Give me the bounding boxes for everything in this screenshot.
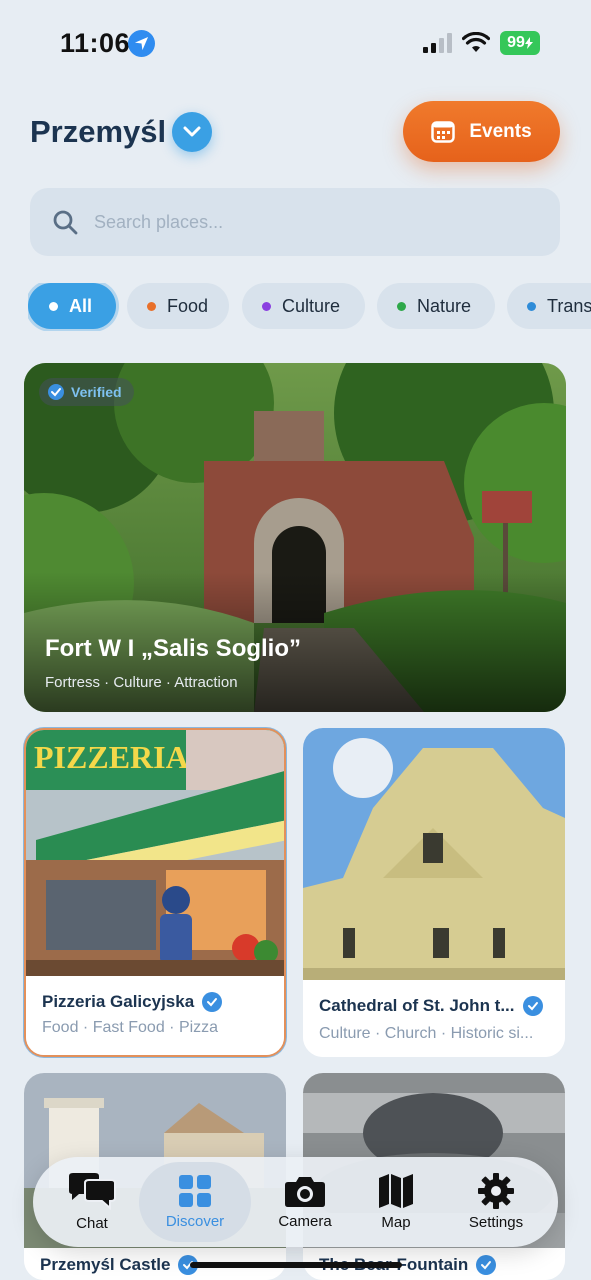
place-name: Pizzeria Galicyjska [42, 992, 223, 1012]
battery-indicator: 99 [500, 31, 540, 55]
verified-badge: Verified [39, 378, 134, 406]
tab-label: Discover [165, 1213, 225, 1230]
filter-label: All [69, 295, 93, 316]
gear-icon [478, 1173, 514, 1209]
filter-dot [49, 301, 58, 311]
camera-icon [285, 1177, 325, 1207]
verified-check-icon [48, 384, 64, 400]
filter-label: Nature [417, 295, 472, 316]
filter-dot [147, 301, 156, 311]
filter-chip-culture[interactable]: Culture [242, 283, 365, 329]
chevron-down-icon [183, 126, 201, 137]
verified-label: Verified [71, 384, 122, 400]
search-bar[interactable] [30, 188, 560, 256]
place-card-cathedral[interactable]: Cathedral of St. John t... Culture · Chu… [303, 728, 565, 1057]
map-icon [379, 1174, 413, 1208]
filter-chip-food[interactable]: Food [127, 283, 229, 329]
place-tags: Culture · Church · Historic si... [319, 1025, 534, 1042]
featured-place-title: Fort W I „Salis Soglio” [45, 635, 302, 662]
home-indicator [190, 1262, 402, 1268]
tab-settings[interactable]: Settings [451, 1157, 541, 1247]
tab-label: Chat [76, 1215, 108, 1232]
tab-label: Map [381, 1214, 411, 1231]
tab-camera[interactable]: Camera [255, 1157, 355, 1247]
filter-dot [262, 301, 271, 311]
search-icon [53, 210, 78, 235]
svg-text:PIZZERIA: PIZZERIA [34, 739, 189, 775]
filter-chip-nature[interactable]: Nature [377, 283, 495, 329]
search-input[interactable] [94, 211, 514, 233]
verified-check-icon [476, 1255, 497, 1275]
tab-chat[interactable]: Chat [47, 1157, 137, 1247]
featured-place-card[interactable]: Verified Fort W I „Salis Soglio” Fortres… [24, 363, 566, 712]
battery-level: 99 [507, 34, 525, 51]
charging-bolt-icon [524, 37, 533, 49]
place-name-text: Pizzeria Galicyjska [42, 992, 195, 1011]
tab-discover[interactable]: Discover [139, 1157, 251, 1247]
filter-chip-all[interactable]: All [28, 283, 116, 329]
filter-dot [397, 301, 406, 311]
tab-label: Camera [278, 1213, 332, 1230]
cellular-signal-icon [423, 33, 452, 53]
place-name-text: Przemyśl Castle [40, 1255, 171, 1274]
events-button[interactable]: Events [403, 101, 560, 162]
location-arrow-icon [128, 30, 155, 57]
place-name: Cathedral of St. John t... [319, 996, 543, 1016]
events-label: Events [469, 120, 532, 142]
tab-label: Settings [468, 1214, 524, 1231]
place-card-pizzeria[interactable]: PIZZERIA Pizzeria Galicyjska Food · Fast… [24, 728, 286, 1057]
status-bar: 11:06 99 [0, 0, 591, 88]
verified-check-icon [522, 996, 543, 1016]
filter-label: Culture [282, 295, 341, 316]
pizzeria-photo: PIZZERIA [26, 730, 284, 980]
status-time: 11:06 [60, 28, 131, 58]
wifi-icon [462, 32, 490, 52]
place-tags: Food · Fast Food · Pizza [42, 1019, 219, 1036]
place-name-text: Cathedral of St. John t... [319, 996, 515, 1015]
tab-map[interactable]: Map [351, 1157, 441, 1247]
card-info: Cathedral of St. John t... Culture · Chu… [303, 980, 565, 1057]
verified-check-icon [202, 992, 223, 1012]
featured-place-tags: Fortress · Culture · Attraction [45, 674, 238, 691]
city-title: Przemyśl [30, 114, 167, 149]
city-selector-button[interactable] [172, 112, 212, 152]
category-filter-row: All Food Culture Nature Trans [28, 283, 591, 331]
bottom-tab-bar: Chat Discover Camera Map Settings [33, 1157, 558, 1247]
filter-label: Trans [547, 295, 591, 316]
filter-dot [527, 301, 536, 311]
filter-chip-transport[interactable]: Trans [507, 283, 591, 329]
filter-label: Food [167, 295, 209, 316]
cathedral-photo [303, 728, 565, 980]
place-name: Przemyśl Castle [40, 1255, 199, 1275]
card-info: Pizzeria Galicyjska Food · Fast Food · P… [26, 976, 284, 1055]
chat-icon [69, 1173, 116, 1210]
calendar-icon [431, 120, 456, 143]
grid-icon [179, 1175, 211, 1207]
